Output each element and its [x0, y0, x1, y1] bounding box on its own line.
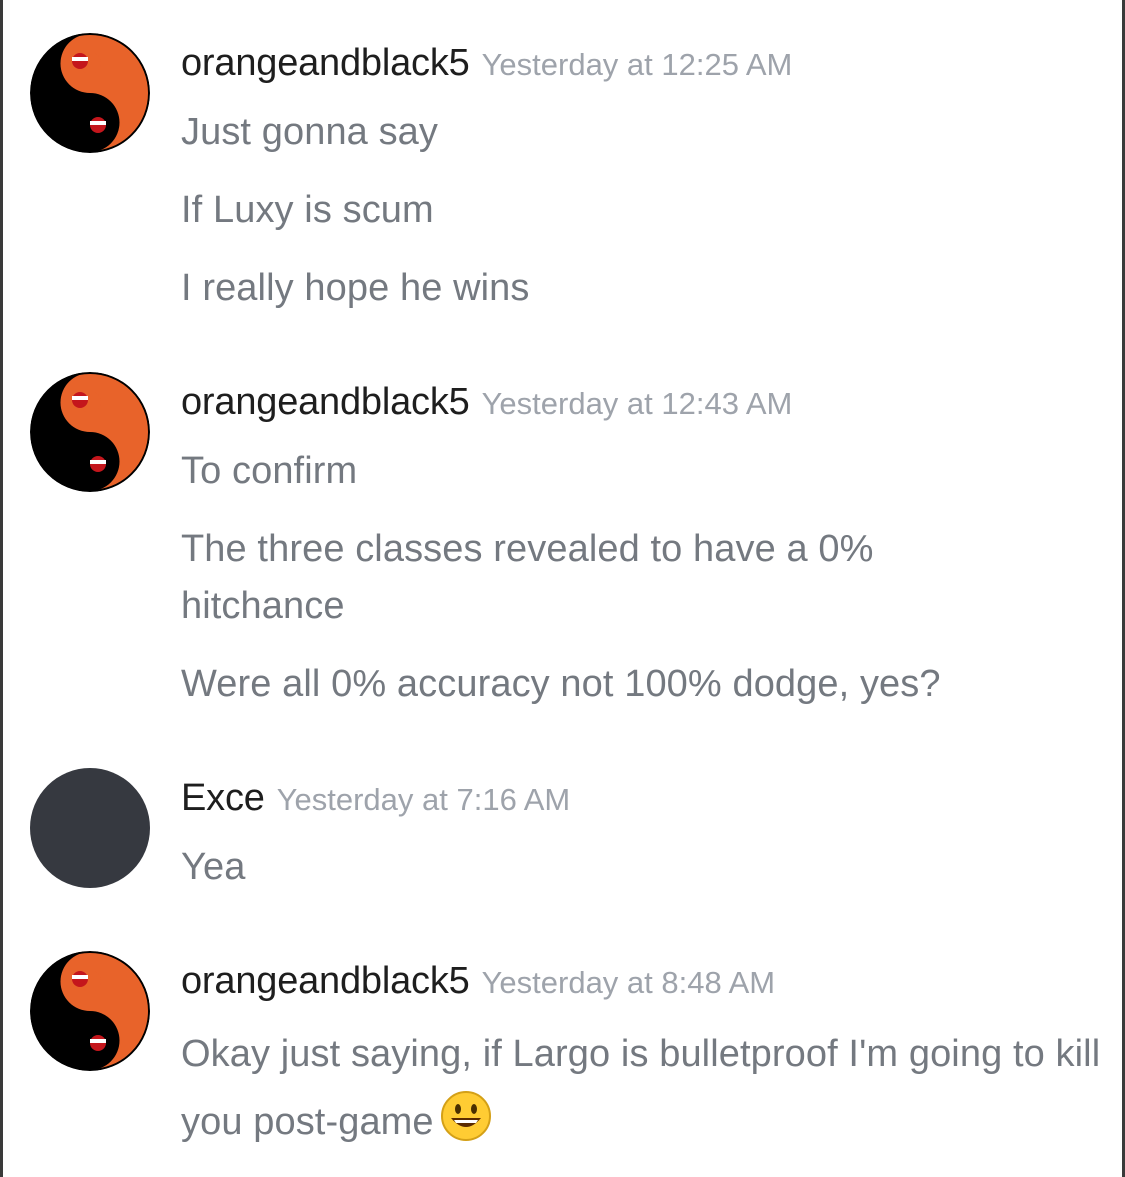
message-line: The three classes revealed to have a 0% …: [181, 528, 874, 627]
message-header: orangeandblack5 Yesterday at 12:25 AM: [181, 42, 792, 85]
username[interactable]: orangeandblack5: [181, 381, 470, 424]
default-dark-avatar[interactable]: [30, 768, 150, 888]
timestamp: Yesterday at 12:25 AM: [481, 47, 793, 82]
message-header: orangeandblack5 Yesterday at 8:48 AM: [181, 960, 775, 1003]
message-line: Were all 0% accuracy not 100% dodge, yes…: [181, 663, 941, 705]
username[interactable]: Exce: [181, 777, 265, 820]
yin-yang-avatar[interactable]: [30, 372, 150, 492]
message-text: Okay just saying, if Largo is bulletproo…: [181, 1033, 1101, 1143]
yin-yang-avatar[interactable]: [30, 951, 150, 1071]
chat-window: orangeandblack5 Yesterday at 12:25 AM Ju…: [0, 0, 1125, 1177]
message-line: Just gonna say: [181, 111, 439, 153]
timestamp: Yesterday at 7:16 AM: [276, 782, 571, 817]
message-line: Yea: [181, 846, 246, 888]
message-line: Okay just saying, if Largo is bulletproo…: [181, 1020, 1101, 1156]
smiley-emoji-icon: [440, 1090, 492, 1142]
timestamp: Yesterday at 8:48 AM: [481, 965, 776, 1000]
username[interactable]: orangeandblack5: [181, 960, 470, 1003]
message-line: If Luxy is scum: [181, 189, 434, 231]
message-header: orangeandblack5 Yesterday at 12:43 AM: [181, 381, 792, 424]
message-header: Exce Yesterday at 7:16 AM: [181, 777, 570, 820]
timestamp: Yesterday at 12:43 AM: [481, 386, 793, 421]
yin-yang-avatar[interactable]: [30, 33, 150, 153]
username[interactable]: orangeandblack5: [181, 42, 470, 85]
message-line: I really hope he wins: [181, 267, 530, 309]
message-line: To confirm: [181, 450, 358, 492]
